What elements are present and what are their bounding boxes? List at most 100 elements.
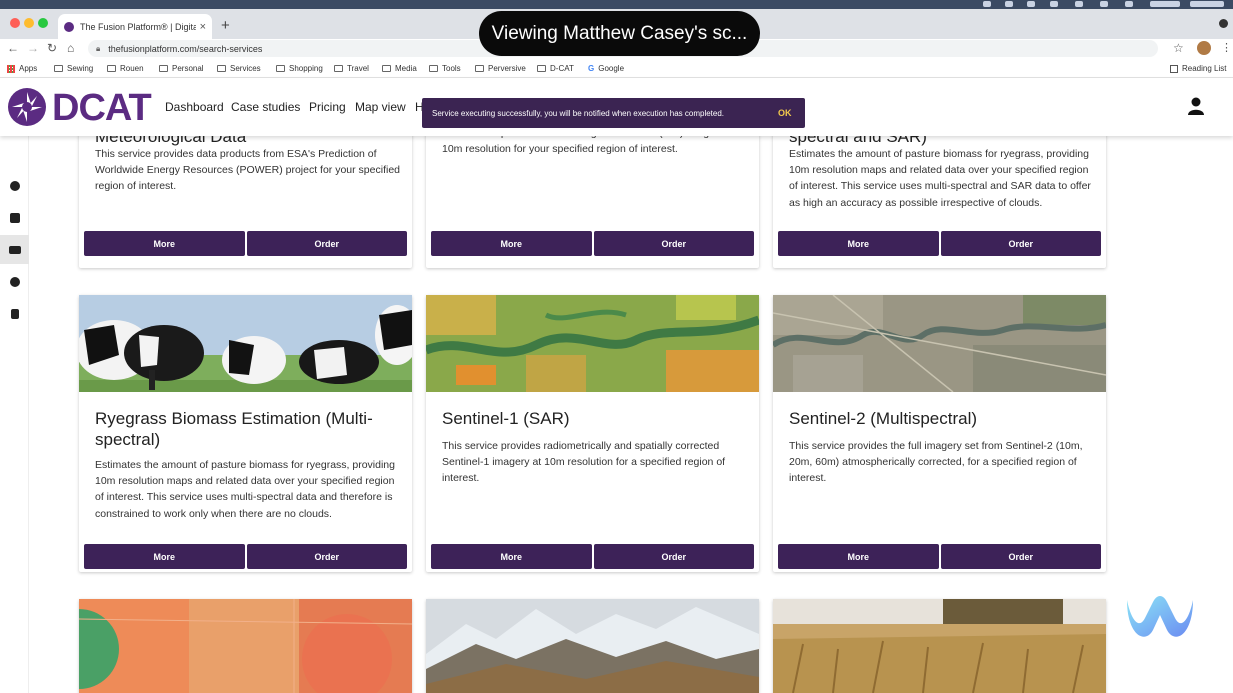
folder-icon xyxy=(382,65,391,72)
service-actions: More Order xyxy=(778,544,1101,569)
order-button[interactable]: Order xyxy=(940,231,1101,256)
service-title: Ryegrass Biomass Estimation (Multi-spect… xyxy=(95,409,373,449)
nav-dashboard[interactable]: Dashboard xyxy=(165,100,224,114)
screen-share-banner[interactable]: Viewing Matthew Casey's sc... xyxy=(479,11,760,56)
order-button[interactable]: Order xyxy=(246,544,407,569)
bookmark-folder[interactable]: Media xyxy=(382,64,417,73)
status-icon xyxy=(1027,1,1035,7)
home-icon[interactable]: ⌂ xyxy=(67,41,74,55)
service-description: This service provides radiometrically an… xyxy=(442,440,726,485)
heat-map-image xyxy=(79,599,412,693)
tab-close-icon[interactable]: × xyxy=(200,21,206,33)
order-button[interactable]: Order xyxy=(246,231,407,256)
webex-logo-icon[interactable] xyxy=(1123,590,1197,645)
status-icon xyxy=(1100,1,1108,7)
nav-map-view[interactable]: Map view xyxy=(355,100,406,114)
more-button[interactable]: More xyxy=(84,231,245,256)
browser-menu-icon[interactable]: ⋮ xyxy=(1221,41,1232,54)
forward-icon[interactable]: → xyxy=(27,41,39,55)
folder-icon xyxy=(429,65,438,72)
bookmark-folder[interactable]: Sewing xyxy=(54,64,93,73)
google-icon: G xyxy=(588,64,595,73)
service-card: This service provides a radar vegetation… xyxy=(426,126,759,268)
service-card: Meteorological Data This service provide… xyxy=(79,126,412,268)
folder-icon xyxy=(334,65,343,72)
more-button[interactable]: More xyxy=(431,231,592,256)
rail-layers[interactable] xyxy=(0,267,29,296)
bookmark-star-icon[interactable]: ☆ xyxy=(1173,41,1184,55)
service-card: Sentinel-2 (Multispectral) This service … xyxy=(773,295,1106,572)
bookmark-folder[interactable]: Shopping xyxy=(276,64,323,73)
order-button[interactable]: Order xyxy=(593,231,754,256)
apps-grid-icon xyxy=(7,64,15,73)
document-icon xyxy=(10,308,19,319)
service-card: Sentinel-1 (SAR) This service provides r… xyxy=(426,295,759,572)
brand-name[interactable]: DCAT xyxy=(52,87,152,130)
more-button[interactable]: More xyxy=(431,544,592,569)
reload-icon[interactable]: ↻ xyxy=(47,41,57,55)
rail-documents[interactable] xyxy=(0,299,29,328)
tab-search-icon[interactable] xyxy=(1219,19,1228,28)
bookmark-folder[interactable]: Perversive xyxy=(475,64,526,73)
zoom-window-button[interactable] xyxy=(38,18,48,28)
service-card xyxy=(773,599,1106,693)
folder-icon xyxy=(276,65,285,72)
nav-case-studies[interactable]: Case studies xyxy=(231,100,300,114)
order-button[interactable]: Order xyxy=(940,544,1101,569)
more-button[interactable]: More xyxy=(778,544,939,569)
bookmark-folder[interactable]: D-CAT xyxy=(537,64,574,73)
back-icon[interactable]: ← xyxy=(7,41,19,55)
mountains-photo-image xyxy=(426,599,759,693)
minimize-window-button[interactable] xyxy=(24,18,34,28)
bookmark-folder[interactable]: Tools xyxy=(429,64,461,73)
dcat-logo-icon[interactable] xyxy=(7,87,47,127)
rail-map[interactable] xyxy=(0,203,29,232)
vegetation-map-image xyxy=(426,295,759,392)
cows-photo-image xyxy=(79,295,412,392)
toast-message: Service executing successfully, you will… xyxy=(432,108,725,118)
more-button[interactable]: More xyxy=(778,231,939,256)
clock xyxy=(1150,1,1180,7)
bookmark-google[interactable]: G Google xyxy=(588,64,624,73)
service-actions: More Order xyxy=(778,231,1101,256)
browser-tab[interactable]: The Fusion Platform® | Digital × xyxy=(58,14,212,39)
reading-list-button[interactable]: Reading List xyxy=(1170,64,1226,73)
layers-icon xyxy=(9,276,20,287)
rail-dashboard[interactable] xyxy=(0,171,29,200)
service-description: Estimates the amount of pasture biomass … xyxy=(789,148,1091,209)
rail-services[interactable] xyxy=(0,235,29,264)
status-icon xyxy=(1005,1,1013,7)
url-text: thefusionplatform.com/search-services xyxy=(108,43,263,54)
folder-icon xyxy=(475,65,484,72)
service-actions: More Order xyxy=(84,544,407,569)
more-button[interactable]: More xyxy=(84,544,245,569)
bookmark-apps[interactable]: Apps xyxy=(7,64,37,73)
services-grid: Meteorological Data This service provide… xyxy=(29,126,1233,693)
notification-toast: Service executing successfully, you will… xyxy=(422,98,805,128)
service-card: spectral and SAR) Estimates the amount o… xyxy=(773,126,1106,268)
reading-list-icon xyxy=(1170,64,1178,73)
bookmark-folder[interactable]: Personal xyxy=(159,64,204,73)
close-window-button[interactable] xyxy=(10,18,20,28)
bookmarks-bar: Apps Sewing Rouen Personal Services Shop… xyxy=(0,59,1233,78)
account-icon[interactable] xyxy=(1188,97,1204,115)
bookmark-folder[interactable]: Rouen xyxy=(107,64,144,73)
service-title: Sentinel-1 (SAR) xyxy=(442,409,570,428)
bookmark-folder[interactable]: Travel xyxy=(334,64,369,73)
toast-ok-button[interactable]: OK xyxy=(778,108,792,118)
service-actions: More Order xyxy=(431,231,754,256)
nav-pricing[interactable]: Pricing xyxy=(309,100,346,114)
clock xyxy=(1190,1,1224,7)
profile-avatar[interactable] xyxy=(1197,41,1211,55)
new-tab-button[interactable]: + xyxy=(221,17,230,34)
os-menu-bar xyxy=(0,0,1233,9)
service-actions: More Order xyxy=(84,231,407,256)
service-title: Sentinel-2 (Multispectral) xyxy=(789,409,978,428)
satellite-city-image xyxy=(773,295,1106,392)
folder-icon xyxy=(537,65,546,72)
status-icon xyxy=(1075,1,1083,7)
favicon-icon xyxy=(64,21,74,32)
bookmark-folder[interactable]: Services xyxy=(217,64,261,73)
order-button[interactable]: Order xyxy=(593,544,754,569)
folder-icon xyxy=(217,65,226,72)
